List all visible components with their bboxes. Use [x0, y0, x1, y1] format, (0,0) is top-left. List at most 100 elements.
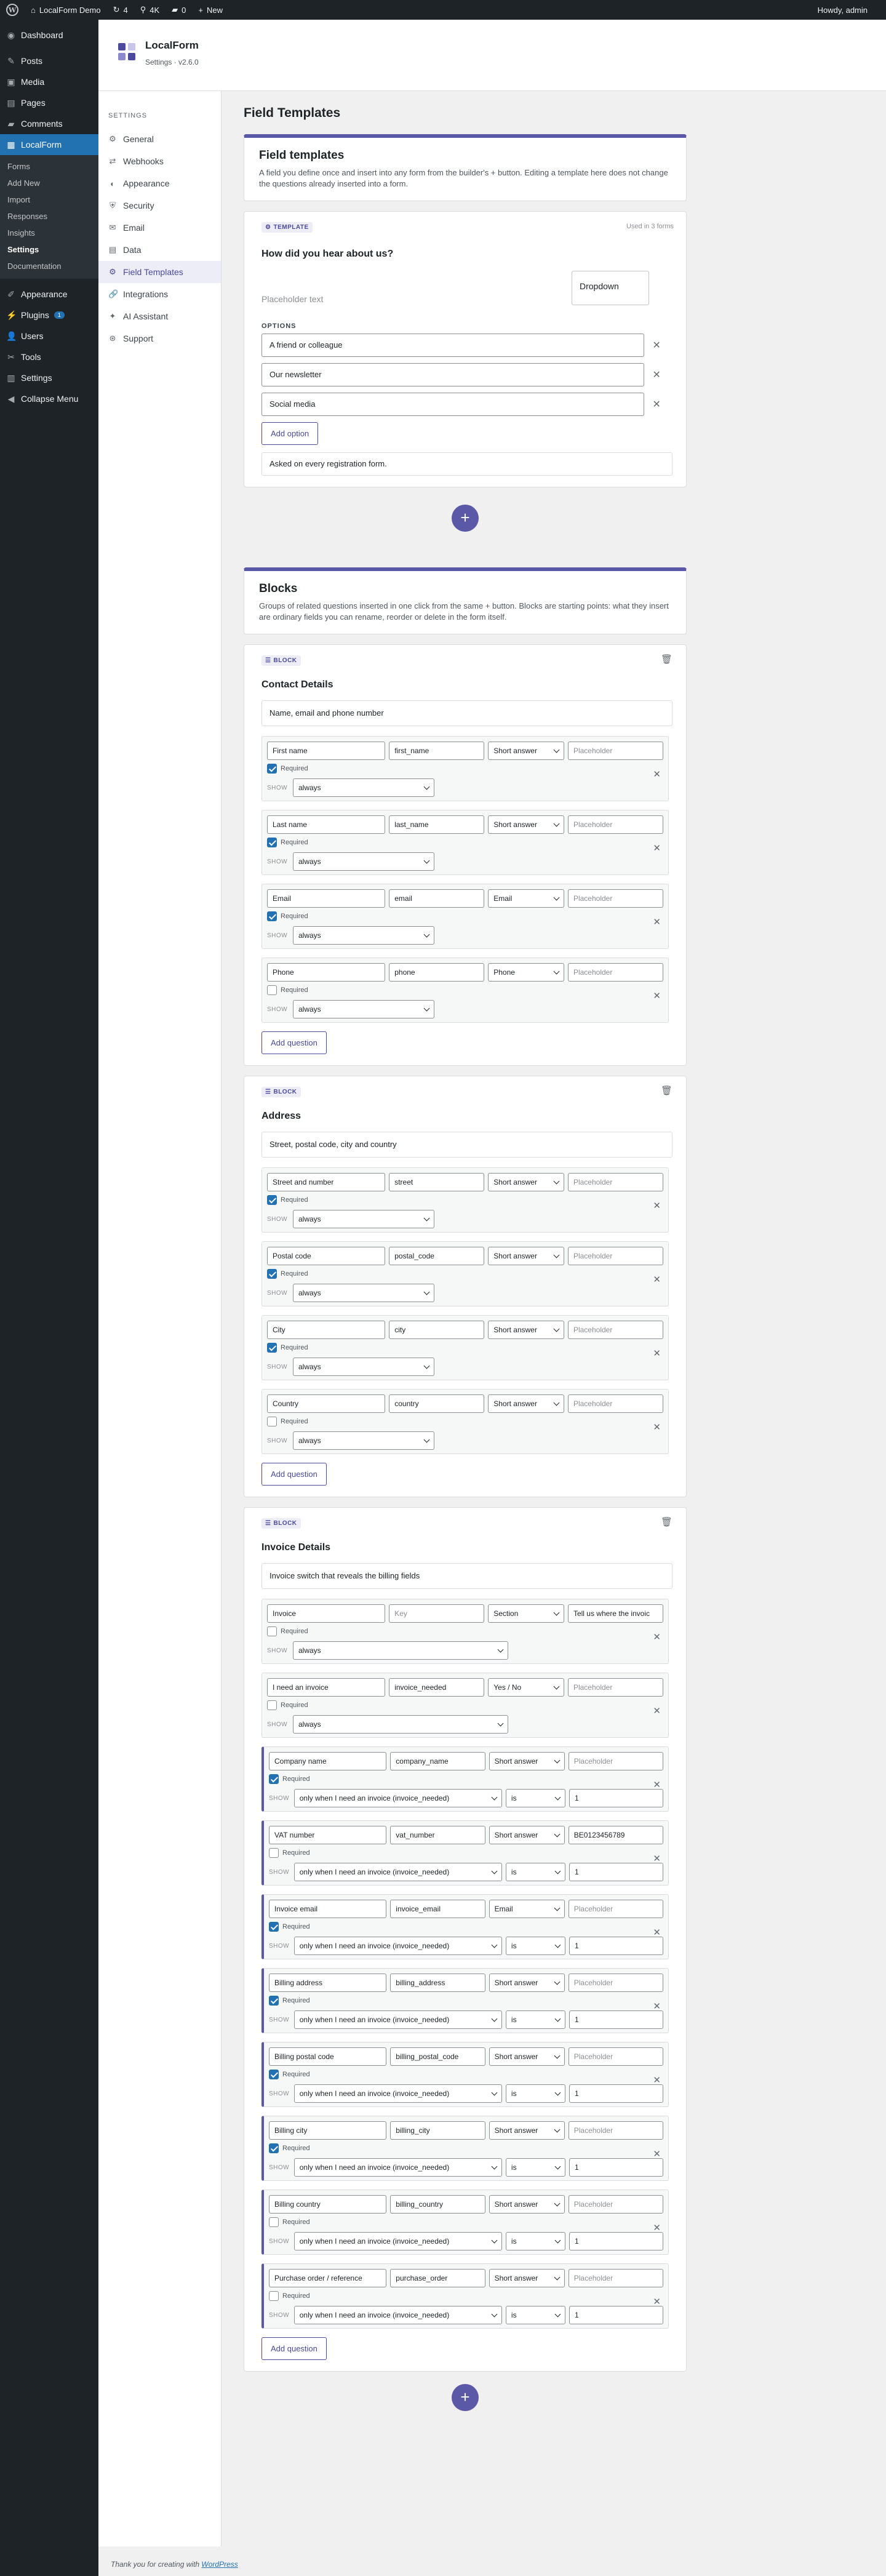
- remove-question-icon[interactable]: ✕: [653, 1705, 661, 1716]
- remove-question-icon[interactable]: ✕: [653, 1927, 661, 1938]
- nav-email[interactable]: ✉ Email: [98, 217, 221, 239]
- question-key-input[interactable]: billing_address: [390, 1974, 485, 1992]
- wordpress-link[interactable]: WordPress: [201, 2560, 237, 2569]
- remove-question-icon[interactable]: ✕: [653, 1348, 661, 1359]
- account-menu[interactable]: Howdy, admin: [818, 0, 868, 20]
- question-placeholder-input[interactable]: Placeholder: [568, 2047, 664, 2066]
- remove-question-icon[interactable]: ✕: [653, 1200, 661, 1211]
- condition-operator-select[interactable]: is: [505, 2158, 565, 2177]
- question-placeholder-input[interactable]: Placeholder: [568, 1974, 664, 1992]
- required-checkbox[interactable]: [269, 1774, 279, 1784]
- remove-question-icon[interactable]: ✕: [653, 2074, 661, 2086]
- submenu-forms[interactable]: Forms: [0, 159, 98, 175]
- menu-collapse[interactable]: ◀ Collapse Menu: [0, 388, 98, 409]
- menu-dashboard[interactable]: ◉ Dashboard: [0, 25, 98, 46]
- template-type-select[interactable]: Dropdown: [572, 271, 649, 305]
- condition-value-input[interactable]: 1: [569, 1937, 663, 1955]
- question-key-input[interactable]: postal_code: [389, 1247, 485, 1265]
- question-label-input[interactable]: Country: [267, 1394, 386, 1413]
- remove-question-icon[interactable]: ✕: [653, 2222, 661, 2233]
- required-checkbox[interactable]: [269, 2070, 279, 2079]
- add-question-button[interactable]: Add question: [261, 2337, 327, 2360]
- submenu-import[interactable]: Import: [0, 192, 98, 209]
- condition-operator-select[interactable]: is: [505, 1789, 565, 1807]
- question-type-select[interactable]: Email: [489, 1900, 565, 1918]
- question-type-select[interactable]: Short answer: [488, 1394, 564, 1413]
- search-link[interactable]: ⚲ 4K: [134, 0, 166, 20]
- menu-localform[interactable]: ▦ LocalForm: [0, 134, 98, 155]
- remove-question-icon[interactable]: ✕: [653, 1631, 661, 1642]
- question-type-select[interactable]: Short answer: [488, 1247, 564, 1265]
- question-type-select[interactable]: Yes / No: [488, 1678, 564, 1697]
- question-key-input[interactable]: billing_city: [390, 2121, 485, 2140]
- delete-block-icon[interactable]: 🗑: [661, 654, 672, 665]
- nav-appearance[interactable]: ◐ Appearance: [98, 172, 221, 194]
- question-placeholder-input[interactable]: Placeholder: [568, 1752, 664, 1770]
- question-label-input[interactable]: Billing postal code: [269, 2047, 387, 2066]
- required-checkbox[interactable]: [267, 985, 277, 995]
- submenu-responses[interactable]: Responses: [0, 209, 98, 225]
- question-type-select[interactable]: Short answer: [489, 1974, 565, 1992]
- question-key-input[interactable]: street: [389, 1173, 485, 1191]
- question-type-select[interactable]: Short answer: [489, 2047, 565, 2066]
- block-title-input[interactable]: Invoice Details: [261, 1542, 669, 1553]
- remove-question-icon[interactable]: ✕: [653, 2296, 661, 2307]
- question-label-input[interactable]: First name: [267, 742, 386, 760]
- remove-question-icon[interactable]: ✕: [653, 990, 661, 1001]
- menu-posts[interactable]: ✎ Posts: [0, 50, 98, 71]
- condition-value-input[interactable]: 1: [569, 2232, 663, 2250]
- option-input[interactable]: A friend or colleague: [261, 334, 645, 357]
- required-checkbox[interactable]: [269, 1996, 279, 2006]
- remove-question-icon[interactable]: ✕: [653, 769, 661, 780]
- menu-media[interactable]: ▣ Media: [0, 71, 98, 92]
- visibility-condition-select[interactable]: always: [293, 926, 434, 945]
- add-option-button[interactable]: Add option: [261, 422, 319, 445]
- remove-question-icon[interactable]: ✕: [653, 916, 661, 927]
- block-title-input[interactable]: Address: [261, 1111, 669, 1122]
- add-question-button[interactable]: Add question: [261, 1463, 327, 1486]
- question-placeholder-input[interactable]: Placeholder: [567, 1678, 663, 1697]
- block-description-input[interactable]: Name, email and phone number: [261, 700, 672, 726]
- question-type-select[interactable]: Email: [488, 889, 564, 908]
- visibility-condition-select[interactable]: only when I need an invoice (invoice_nee…: [293, 2084, 502, 2103]
- condition-value-input[interactable]: 1: [569, 2084, 663, 2103]
- nav-integrations[interactable]: 🔗 Integrations: [98, 283, 221, 305]
- condition-value-input[interactable]: 1: [569, 1863, 663, 1881]
- visibility-condition-select[interactable]: only when I need an invoice (invoice_nee…: [293, 2010, 502, 2029]
- question-placeholder-input[interactable]: Placeholder: [568, 2269, 664, 2287]
- question-placeholder-input[interactable]: Tell us where the invoic: [567, 1604, 663, 1623]
- block-description-input[interactable]: Street, postal code, city and country: [261, 1132, 672, 1158]
- required-checkbox[interactable]: [269, 2143, 279, 2153]
- question-label-input[interactable]: Billing country: [269, 2195, 387, 2214]
- question-type-select[interactable]: Short answer: [489, 2121, 565, 2140]
- comments-link[interactable]: ▰ 0: [166, 0, 192, 20]
- question-key-input[interactable]: first_name: [389, 742, 485, 760]
- required-checkbox[interactable]: [267, 1195, 277, 1205]
- condition-value-input[interactable]: 1: [569, 2306, 663, 2324]
- question-label-input[interactable]: Phone: [267, 963, 386, 982]
- visibility-condition-select[interactable]: always: [293, 1284, 434, 1302]
- nav-webhooks[interactable]: ⇄ Webhooks: [98, 150, 221, 172]
- remove-question-icon[interactable]: ✕: [653, 1274, 661, 1285]
- question-key-input[interactable]: invoice_needed: [389, 1678, 485, 1697]
- question-placeholder-input[interactable]: Placeholder: [567, 1394, 663, 1413]
- condition-operator-select[interactable]: is: [505, 2010, 565, 2029]
- question-type-select[interactable]: Short answer: [489, 1752, 565, 1770]
- question-placeholder-input[interactable]: Placeholder: [567, 1173, 663, 1191]
- option-input[interactable]: Social media: [261, 393, 645, 416]
- visibility-condition-select[interactable]: always: [293, 1431, 434, 1450]
- question-placeholder-input[interactable]: Placeholder: [568, 1900, 664, 1918]
- question-type-select[interactable]: Short answer: [488, 1321, 564, 1339]
- visibility-condition-select[interactable]: only when I need an invoice (invoice_nee…: [293, 1937, 502, 1955]
- question-label-input[interactable]: Company name: [269, 1752, 387, 1770]
- question-key-input[interactable]: invoice_email: [390, 1900, 485, 1918]
- visibility-condition-select[interactable]: only when I need an invoice (invoice_nee…: [293, 1789, 502, 1807]
- visibility-condition-select[interactable]: always: [293, 1358, 434, 1376]
- required-checkbox[interactable]: [267, 1626, 277, 1636]
- visibility-condition-select[interactable]: always: [293, 1000, 434, 1018]
- question-placeholder-input[interactable]: Placeholder: [567, 1247, 663, 1265]
- menu-comments[interactable]: ▰ Comments: [0, 113, 98, 134]
- option-input[interactable]: Our newsletter: [261, 363, 645, 386]
- visibility-condition-select[interactable]: only when I need an invoice (invoice_nee…: [293, 1863, 502, 1881]
- question-label-input[interactable]: Street and number: [267, 1173, 386, 1191]
